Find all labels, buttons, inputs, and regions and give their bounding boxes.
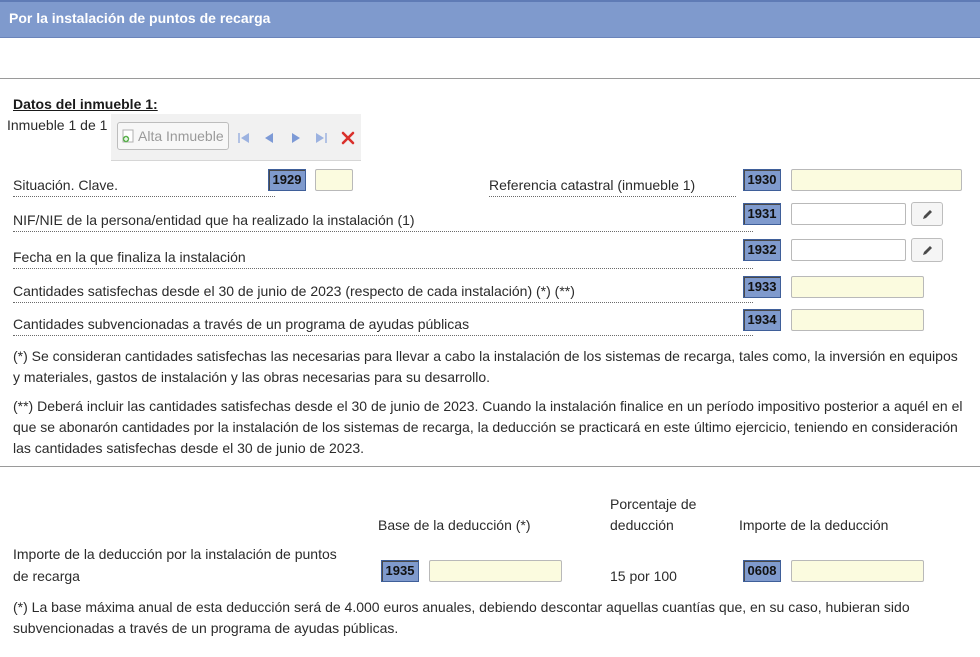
col-importe-header: Importe de la deducción [739, 517, 889, 533]
nif-label: NIF/NIE de la persona/entidad que ha rea… [13, 212, 753, 232]
pct-value: 15 por 100 [610, 568, 677, 584]
deduction-row-label-1: Importe de la deducción por la instalaci… [13, 546, 337, 562]
add-property-button[interactable]: Alta Inmueble [117, 122, 229, 150]
situacion-input[interactable] [315, 169, 353, 191]
add-icon [122, 129, 134, 143]
cantidades-label: Cantidades satisfechas desde el 30 de ju… [13, 283, 753, 303]
referencia-input[interactable] [791, 169, 962, 191]
code-0608: 0608 [743, 560, 781, 582]
col-base-header: Base de la deducción (*) [378, 517, 531, 533]
divider-middle [0, 466, 980, 467]
fecha-label: Fecha en la que finaliza la instalación [13, 249, 753, 269]
add-property-label: Alta Inmueble [138, 128, 224, 144]
code-1929: 1929 [268, 169, 306, 191]
last-icon[interactable] [314, 131, 328, 145]
fecha-input[interactable] [791, 239, 906, 261]
pencil-icon [921, 244, 934, 260]
base-input[interactable] [429, 560, 562, 582]
divider-top [0, 78, 980, 79]
situacion-label: Situación. Clave. [13, 177, 275, 197]
fecha-edit-button[interactable] [911, 238, 943, 262]
property-toolbar: Alta Inmueble [111, 114, 361, 161]
cantidades-input[interactable] [791, 276, 924, 298]
property-counter: Inmueble 1 de 1 [7, 117, 108, 133]
pencil-icon [921, 208, 934, 224]
nif-input[interactable] [791, 203, 906, 225]
section-title: Por la instalación de puntos de recarga [9, 10, 271, 26]
code-1930: 1930 [743, 169, 781, 191]
nif-edit-button[interactable] [911, 202, 943, 226]
section-header: Por la instalación de puntos de recarga [0, 0, 980, 38]
deduction-footnote: (*) La base máxima anual de esta deducci… [13, 599, 910, 636]
col-pct-header-1: Porcentaje de [610, 496, 697, 512]
first-icon[interactable] [237, 131, 251, 145]
next-icon[interactable] [289, 131, 303, 145]
note-1: (*) Se consideran cantidades satisfechas… [13, 348, 958, 385]
deduction-row-label-2: de recarga [13, 568, 80, 584]
importe-input[interactable] [791, 560, 924, 582]
prev-icon[interactable] [262, 131, 276, 145]
code-1933: 1933 [743, 276, 781, 298]
col-pct-header-2: deducción [610, 517, 674, 533]
property-subtitle: Datos del inmueble 1: [13, 96, 158, 112]
code-1932: 1932 [743, 239, 781, 261]
code-1931: 1931 [743, 203, 781, 225]
delete-icon[interactable] [341, 131, 355, 145]
subvencionadas-input[interactable] [791, 309, 924, 331]
code-1934: 1934 [743, 309, 781, 331]
note-2: (**) Deberá incluir las cantidades satis… [13, 398, 963, 456]
code-1935: 1935 [381, 560, 419, 582]
subvencionadas-label: Cantidades subvencionadas a través de un… [13, 316, 753, 336]
referencia-label: Referencia catastral (inmueble 1) [489, 177, 736, 197]
